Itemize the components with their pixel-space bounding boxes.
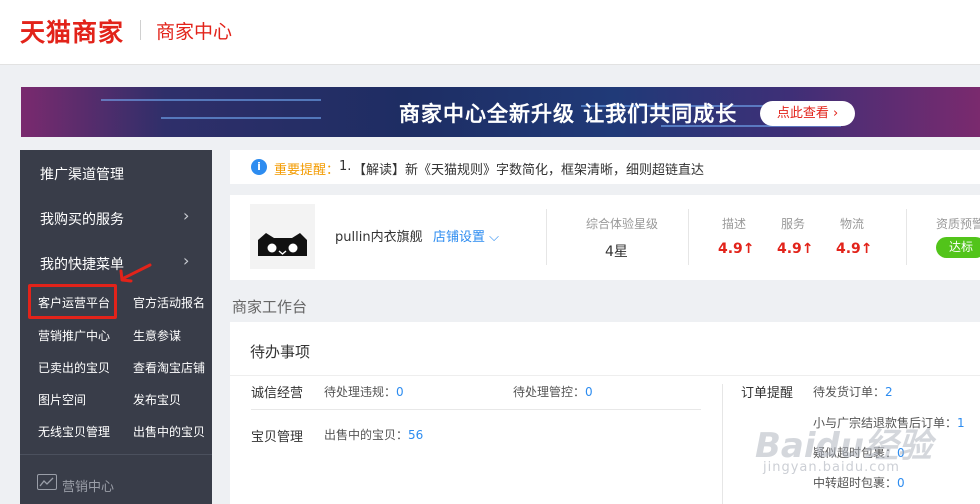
monitor-chart-icon xyxy=(37,474,57,490)
banner-view-button[interactable]: 点此查看 › xyxy=(760,101,855,126)
notice-link[interactable]: 【解读】新《天猫规则》字数简化，框架清晰，细则超链直达 xyxy=(353,159,704,178)
todo-items-on-sale[interactable]: 出售中的宝贝：56 xyxy=(324,426,423,443)
score-label-service: 服务 xyxy=(781,217,806,231)
sidebar-link-official-events[interactable]: 官方活动报名 xyxy=(133,294,205,311)
score-value-description: 4.9↑ xyxy=(718,241,755,257)
qualification-badge[interactable]: 达标 xyxy=(936,237,980,258)
promo-banner[interactable]: 商家中心全新升级 让我们共同成长 点此查看 › xyxy=(21,87,980,137)
sidebar-link-mobile-items[interactable]: 无线宝贝管理 xyxy=(38,423,110,440)
sidebar-link-marketing-center[interactable]: 营销推广中心 xyxy=(38,327,110,344)
shop-name: pullin内衣旗舰 xyxy=(335,230,423,245)
top-header: 天猫商家 商家中心 xyxy=(0,0,980,65)
info-icon: i xyxy=(251,159,267,175)
sidebar-link-business-advisor[interactable]: 生意参谋 xyxy=(133,327,181,344)
divider xyxy=(251,409,701,410)
sidebar-divider xyxy=(20,454,212,455)
score-value-logistics: 4.9↑ xyxy=(836,241,873,257)
order-transfer-timeout[interactable]: 中转超时包裹：0 xyxy=(813,474,905,491)
sidebar-link-view-store[interactable]: 查看淘宝店铺 xyxy=(133,359,205,376)
sidebar-link-items-on-sale[interactable]: 出售中的宝贝 xyxy=(133,423,205,440)
notice-label: 重要提醒： xyxy=(274,163,340,178)
sidebar-link-sold-items[interactable]: 已卖出的宝贝 xyxy=(38,359,110,376)
sidebar-link-customer-ops[interactable]: 客户运营平台 xyxy=(38,294,110,311)
divider xyxy=(546,209,547,265)
rating-label: 综合体验星级 xyxy=(586,217,659,231)
sidebar-heading-promo-channels[interactable]: 推广渠道管理 xyxy=(40,164,124,184)
tmall-logo[interactable]: 天猫商家 xyxy=(20,13,124,49)
todo-violations[interactable]: 待处理违规：0 xyxy=(324,383,404,400)
header-subtitle: 商家中心 xyxy=(156,21,233,43)
tmall-cat-icon xyxy=(258,233,307,256)
sidebar-link-image-space[interactable]: 图片空间 xyxy=(38,391,86,408)
notice-bar: i 重要提醒： 1. 【解读】新《天猫规则》字数简化，框架清晰，细则超链直达 xyxy=(230,150,980,184)
shop-logo[interactable] xyxy=(250,204,315,269)
todo-title: 待办事项 xyxy=(250,343,311,361)
divider xyxy=(688,209,689,265)
chevron-right-icon[interactable]: › xyxy=(183,251,189,270)
workbench-title: 商家工作台 xyxy=(232,298,308,316)
todo-panel: 待办事项 诚信经营 待处理违规：0 待处理管控：0 宝贝管理 出售中的宝贝：56… xyxy=(230,322,980,504)
divider xyxy=(722,384,723,504)
row-label-order-alerts: 订单提醒 xyxy=(741,386,794,401)
sidebar-heading-shortcut-menu[interactable]: 我的快捷菜单 xyxy=(40,254,124,274)
notice-index: 1. xyxy=(339,159,352,174)
banner-streak xyxy=(101,99,321,101)
sidebar-heading-purchased-services[interactable]: 我购买的服务 xyxy=(40,209,124,229)
shop-settings-link[interactable]: 店铺设置 ⌵ xyxy=(433,226,499,245)
divider xyxy=(906,209,907,265)
score-value-service: 4.9↑ xyxy=(777,241,814,257)
banner-headline: 商家中心全新升级 让我们共同成长 xyxy=(399,102,738,126)
score-label-logistics: 物流 xyxy=(840,217,865,231)
banner-streak xyxy=(161,117,321,119)
sidebar-link-publish-item[interactable]: 发布宝贝 xyxy=(133,391,181,408)
qualification-label: 资质预警 xyxy=(936,217,980,231)
rating-value: 4星 xyxy=(605,244,628,260)
todo-controls[interactable]: 待处理管控：0 xyxy=(513,383,593,400)
score-label-description: 描述 xyxy=(722,217,747,231)
row-label-item-management: 宝贝管理 xyxy=(251,430,304,445)
chevron-right-icon[interactable]: › xyxy=(183,206,189,225)
annotation-arrow-icon xyxy=(119,263,152,283)
watermark-url: jingyan.baidu.com xyxy=(763,460,900,475)
row-label-integrity: 诚信经营 xyxy=(251,386,304,401)
shop-info-card: pullin内衣旗舰 店铺设置 ⌵ 综合体验星级 4星 描述 4.9↑ 服务 4… xyxy=(230,195,980,280)
order-pending-shipment[interactable]: 待发货订单：2 xyxy=(813,383,893,400)
divider xyxy=(230,375,980,376)
header-divider xyxy=(140,20,141,40)
sidebar-marketing-center[interactable]: 营销中心 xyxy=(62,476,114,495)
